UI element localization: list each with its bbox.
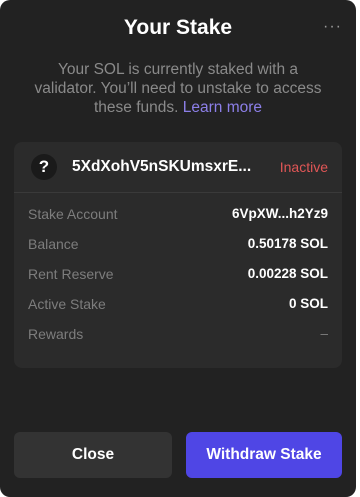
detail-label: Stake Account	[28, 206, 118, 222]
detail-label: Active Stake	[28, 296, 106, 312]
stake-details-card: ? 5XdXohV5nSKUmsxrE... Inactive Stake Ac…	[14, 142, 342, 368]
status-badge: Inactive	[279, 159, 328, 175]
stake-description: Your SOL is currently staked with a vali…	[32, 60, 324, 117]
detail-row-stake-account: Stake Account 6VpXW...h2Yz9	[28, 206, 328, 226]
detail-label: Rent Reserve	[28, 266, 114, 282]
detail-row-rewards: Rewards –	[28, 326, 328, 346]
detail-row-active-stake: Active Stake 0 SOL	[28, 296, 328, 316]
close-button[interactable]: Close	[14, 432, 172, 478]
detail-value: 6VpXW...h2Yz9	[231, 206, 328, 221]
withdraw-stake-button[interactable]: Withdraw Stake	[186, 432, 342, 478]
validator-header: ? 5XdXohV5nSKUmsxrE... Inactive	[14, 142, 342, 193]
detail-value: 0 SOL	[288, 296, 328, 311]
detail-value: 0.00228 SOL	[247, 266, 328, 281]
detail-value: 0.50178 SOL	[247, 236, 328, 251]
more-horizontal-icon[interactable]: ···	[323, 18, 342, 36]
detail-row-rent-reserve: Rent Reserve 0.00228 SOL	[28, 266, 328, 286]
description-text: Your SOL is currently staked with a vali…	[34, 61, 322, 116]
detail-row-balance: Balance 0.50178 SOL	[28, 236, 328, 256]
question-mark-icon: ?	[31, 154, 57, 180]
stake-dialog: Your Stake ··· Your SOL is currently sta…	[0, 0, 356, 497]
detail-value: –	[320, 326, 328, 341]
detail-label: Balance	[28, 236, 79, 252]
validator-name: 5XdXohV5nSKUmsxrE...	[72, 158, 252, 175]
dialog-title: Your Stake	[123, 16, 233, 39]
background-edge	[356, 0, 360, 497]
learn-more-link[interactable]: Learn more	[183, 99, 262, 116]
detail-label: Rewards	[28, 326, 84, 342]
